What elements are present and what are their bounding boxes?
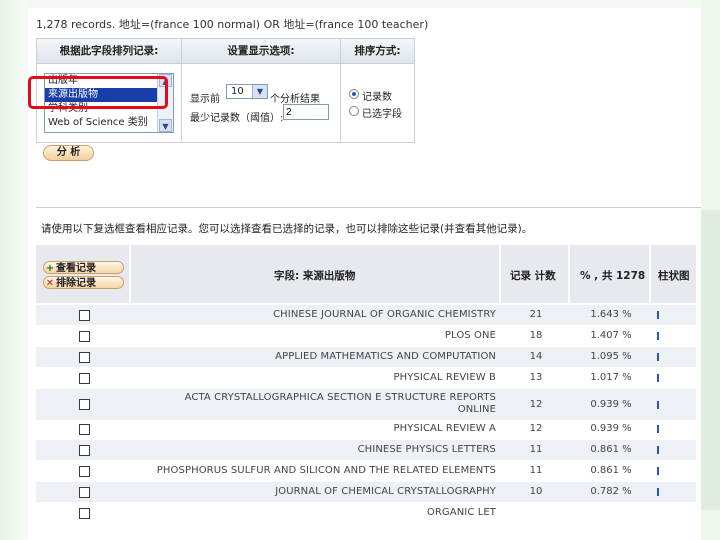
show-top-label: 显示前 xyxy=(190,94,220,105)
record-count-cell: 10 xyxy=(529,486,543,497)
min-count-label: 最少记录数（阈值）: xyxy=(190,113,284,124)
source-title-cell: ACTA CRYSTALLOGRAPHICA SECTION E STRUCTU… xyxy=(184,392,496,415)
scroll-down-icon[interactable]: ▼ xyxy=(159,119,172,132)
percent-cell: 1.407 % xyxy=(590,330,632,341)
record-count-cell: 12 xyxy=(529,398,543,410)
source-title-cell: PHOSPHORUS SULFUR AND SILICON AND THE RE… xyxy=(156,465,496,476)
sort-order-header: 排序方式: xyxy=(341,39,414,64)
sort-by-count-radio[interactable] xyxy=(349,89,359,99)
table-row: PHYSICAL REVIEW B 13 1.017 % xyxy=(36,368,696,388)
table-row: APPLIED MATHEMATICS AND COMPUTATION 14 1.0… xyxy=(36,347,696,367)
record-count-cell: 12 xyxy=(529,423,543,434)
slide-frame-top xyxy=(0,0,720,8)
percent-cell: 0.939 % xyxy=(590,423,632,434)
sort-by-count-label: 记录数 xyxy=(362,92,392,103)
source-title-cell: CHINESE PHYSICS LETTERS xyxy=(357,444,496,455)
source-title-cell: PLOS ONE xyxy=(444,330,496,341)
plus-icon: + xyxy=(45,263,55,274)
table-row: PLOS ONE 18 1.407 % xyxy=(36,326,696,346)
field-column-header: 根据此字段排列记录: xyxy=(37,39,181,64)
instruction-text: 请使用以下复选框查看相应记录。您可以选择查看已选择的记录，也可以排除这些记录(并… xyxy=(41,223,533,235)
show-top-select[interactable]: 10 ▼ xyxy=(226,84,268,99)
column-separator xyxy=(568,245,570,303)
column-separator xyxy=(649,245,651,303)
percent-cell: 0.861 % xyxy=(590,465,632,476)
histogram-bar xyxy=(657,467,659,475)
record-count-cell: 18 xyxy=(529,330,543,341)
row-checkbox[interactable] xyxy=(79,330,90,342)
view-records-button[interactable]: + 查看记录 xyxy=(43,261,124,274)
row-checkbox[interactable] xyxy=(79,465,90,477)
sort-by-field-radio[interactable] xyxy=(349,106,359,116)
sort-by-field-label: 已选字段 xyxy=(362,109,402,120)
percent-header: % , 共 1278 xyxy=(580,270,646,282)
percent-cell: 0.861 % xyxy=(590,444,632,455)
histogram-bar xyxy=(657,446,659,454)
percent-cell: 0.939 % xyxy=(590,398,632,410)
row-checkbox[interactable] xyxy=(79,423,90,435)
table-row: JOURNAL OF CHEMICAL CRYSTALLOGRAPHY 10 0.7… xyxy=(36,482,696,502)
histogram-bar xyxy=(657,488,659,496)
row-checkbox[interactable] xyxy=(79,486,90,498)
records-summary: 1,278 records. 地址=(france 100 normal) OR… xyxy=(36,18,429,31)
source-title-cell: ORGANIC LET xyxy=(426,507,496,518)
panel-divider xyxy=(181,39,182,142)
row-checkbox[interactable] xyxy=(79,351,90,363)
histogram-bar xyxy=(657,332,659,340)
table-row: CHINESE JOURNAL OF ORGANIC CHEMISTRY 21 1.… xyxy=(36,305,696,325)
column-separator xyxy=(129,245,131,303)
display-options-header: 设置显示选项: xyxy=(182,39,340,64)
histogram-bar xyxy=(657,311,659,319)
section-divider xyxy=(36,207,701,208)
slide-frame-right-accent xyxy=(701,210,720,510)
record-count-header: 记录 计数 xyxy=(510,270,556,282)
percent-cell: 1.643 % xyxy=(590,309,632,320)
percent-cell: 1.017 % xyxy=(590,372,632,383)
table-row: ACTA CRYSTALLOGRAPHICA SECTION E STRUCTU… xyxy=(36,389,696,420)
percent-cell: 0.782 % xyxy=(590,486,632,497)
record-count-cell: 13 xyxy=(529,372,543,383)
exclude-records-label: 排除记录 xyxy=(56,278,96,289)
table-row: PHOSPHORUS SULFUR AND SILICON AND THE RE… xyxy=(36,461,696,481)
show-top-suffix: 个分析结果 xyxy=(270,94,320,105)
view-records-label: 查看记录 xyxy=(56,263,96,274)
chevron-down-icon[interactable]: ▼ xyxy=(252,85,267,98)
row-checkbox[interactable] xyxy=(79,507,90,519)
source-title-cell: JOURNAL OF CHEMICAL CRYSTALLOGRAPHY xyxy=(275,486,496,497)
panel-divider xyxy=(340,39,341,142)
histogram-bar xyxy=(657,353,659,361)
exclude-records-button[interactable]: ✕ 排除记录 xyxy=(43,276,124,289)
column-separator xyxy=(499,245,501,303)
histogram-bar xyxy=(657,425,659,433)
field-column-title: 字段: 来源出版物 xyxy=(274,270,356,282)
field-option-wos-category[interactable]: Web of Science 类别 xyxy=(45,116,158,130)
record-count-cell: 14 xyxy=(529,351,543,362)
source-title-cell: PHYSICAL REVIEW B xyxy=(393,372,496,383)
row-checkbox[interactable] xyxy=(79,444,90,456)
row-checkbox[interactable] xyxy=(79,372,90,384)
histogram-bar xyxy=(657,400,659,409)
row-checkbox[interactable] xyxy=(79,309,90,321)
x-icon: ✕ xyxy=(45,278,55,289)
bar-chart-header: 柱状图 xyxy=(658,270,690,282)
show-top-value: 10 xyxy=(231,86,244,97)
percent-cell: 1.095 % xyxy=(590,351,632,362)
source-title-cell: PHYSICAL REVIEW A xyxy=(393,423,496,434)
selection-highlight-box xyxy=(28,76,168,109)
slide-frame-left xyxy=(0,0,28,540)
analyze-button[interactable]: 分 析 xyxy=(43,145,94,161)
table-row: ORGANIC LET xyxy=(36,503,696,523)
record-count-cell: 11 xyxy=(529,444,543,455)
source-title-cell: CHINESE JOURNAL OF ORGANIC CHEMISTRY xyxy=(273,309,496,320)
histogram-bar xyxy=(657,374,659,382)
record-count-cell: 11 xyxy=(529,465,543,476)
table-row: PHYSICAL REVIEW A 12 0.939 % xyxy=(36,419,696,439)
table-row: CHINESE PHYSICS LETTERS 11 0.861 % xyxy=(36,440,696,460)
min-count-input[interactable] xyxy=(283,104,329,120)
source-title-cell: APPLIED MATHEMATICS AND COMPUTATION xyxy=(275,351,496,362)
record-count-cell: 21 xyxy=(529,309,543,320)
row-checkbox[interactable] xyxy=(79,399,90,410)
